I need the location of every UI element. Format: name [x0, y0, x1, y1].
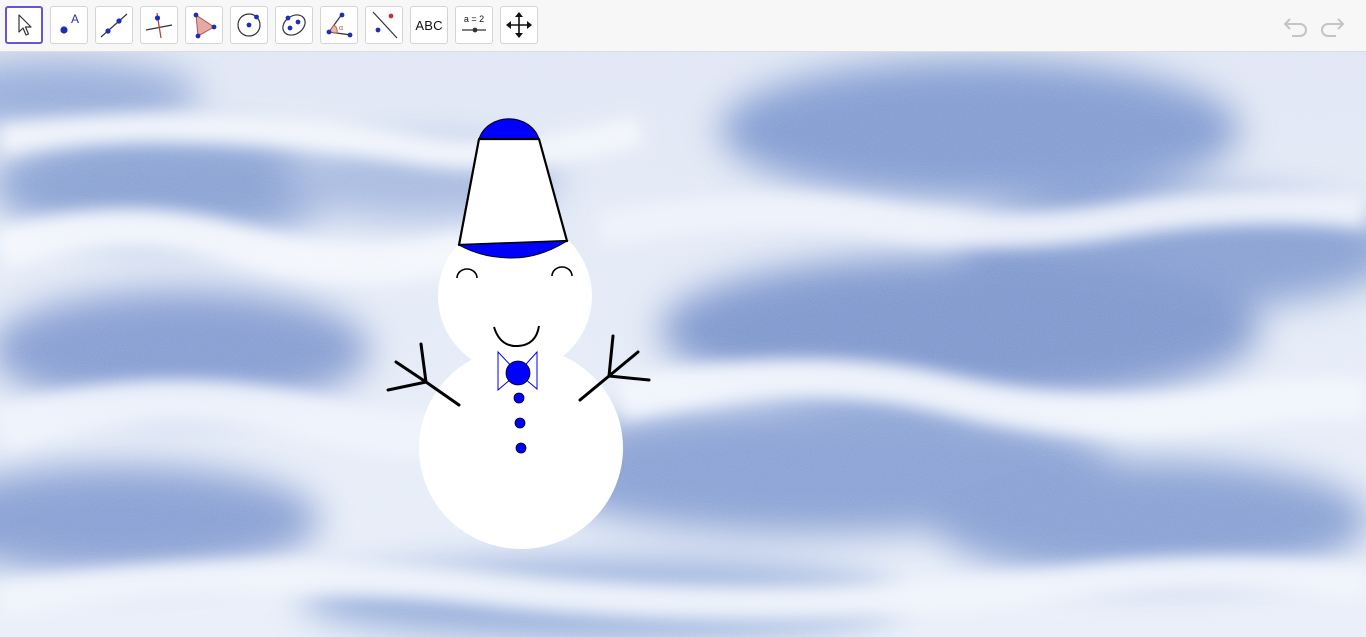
- ellipse-tool-button[interactable]: [275, 6, 313, 44]
- point-with-label-icon: A: [60, 12, 79, 34]
- angle-icon: α: [326, 12, 353, 38]
- angle-tool-button[interactable]: α: [320, 6, 358, 44]
- move-graphics-view-tool-button[interactable]: [500, 6, 538, 44]
- move-graphics-view-icon: [506, 12, 532, 38]
- reflect-about-line-icon: [372, 11, 398, 39]
- reflect-tool-button[interactable]: [365, 6, 403, 44]
- line-tool-button[interactable]: [95, 6, 133, 44]
- circle-tool-button[interactable]: [230, 6, 268, 44]
- undo-button[interactable]: [1280, 10, 1312, 42]
- perpendicular-line-icon: [145, 12, 173, 39]
- polygon-tool-button[interactable]: [185, 6, 223, 44]
- bow-tie-knot[interactable]: [505, 360, 531, 386]
- button-3[interactable]: [515, 442, 527, 454]
- cursor-arrow-icon: [18, 14, 32, 36]
- button-2[interactable]: [514, 417, 526, 429]
- circle-center-point-icon: [237, 13, 261, 37]
- graphics-view-drawing: [0, 52, 1366, 637]
- redo-button[interactable]: [1316, 10, 1348, 42]
- undo-icon: [1283, 18, 1307, 37]
- move-tool-button[interactable]: [5, 6, 43, 44]
- slider-tool-button[interactable]: a = 2: [455, 6, 493, 44]
- text-icon: ABC: [415, 17, 443, 33]
- perpendicular-line-tool-button[interactable]: [140, 6, 178, 44]
- svg-text:A: A: [71, 12, 79, 26]
- snow-background-image: [0, 52, 1366, 637]
- toolbar: A α ABC a = 2: [0, 0, 1366, 52]
- point-tool-button[interactable]: A: [50, 6, 88, 44]
- redo-icon: [1321, 18, 1345, 37]
- text-tool-button[interactable]: ABC: [410, 6, 448, 44]
- slider-icon-label: a = 2: [464, 14, 484, 24]
- svg-text:α: α: [339, 25, 343, 32]
- graphics-view[interactable]: [0, 52, 1366, 637]
- button-1[interactable]: [513, 392, 525, 404]
- slider-icon: a = 2: [462, 14, 486, 33]
- ellipse-icon: [282, 14, 306, 36]
- line-through-two-points-icon: [100, 13, 128, 38]
- polygon-icon: [193, 12, 217, 39]
